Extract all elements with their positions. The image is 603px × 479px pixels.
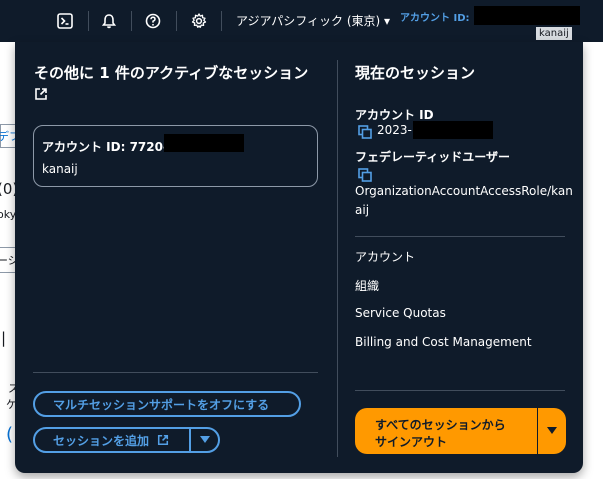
session-account-id: アカウント ID: 7720- <box>42 140 168 154</box>
current-session-heading: 現在のセッション <box>355 64 476 82</box>
menu-item-organizations[interactable]: 組織 <box>355 277 379 294</box>
add-session-dropdown-button[interactable] <box>189 427 220 453</box>
copy-icon[interactable] <box>358 124 372 139</box>
column-divider <box>337 60 338 457</box>
external-link-icon <box>157 434 169 446</box>
sign-out-all-sessions-button[interactable]: すべてのセッションから サインアウト <box>355 408 537 454</box>
federated-user-label: フェデレーティッドユーザー <box>355 150 511 164</box>
redacted-account-id <box>413 121 493 139</box>
region-selector[interactable]: アジアパシフィック (東京) ▾ <box>236 12 390 29</box>
gear-icon[interactable] <box>189 11 209 31</box>
redacted-account-id <box>474 6 580 25</box>
sign-out-label-line1: すべてのセッションから <box>375 418 506 432</box>
account-id-value: 2023- <box>377 123 412 137</box>
nav-separator <box>221 11 222 31</box>
federated-user-value: OrganizationAccountAccessRole/kan <box>355 184 573 198</box>
bell-icon[interactable] <box>99 11 119 31</box>
right-divider-bottom <box>355 390 565 391</box>
redacted-account-id <box>164 134 244 152</box>
cloudshell-icon[interactable] <box>55 11 75 31</box>
add-session-button[interactable]: セッションを追加 <box>33 427 191 453</box>
add-session-label: セッションを追加 <box>53 433 150 448</box>
top-navigation-bar: アジアパシフィック (東京) ▾ アカウント ID: kanaij <box>0 0 603 42</box>
sign-out-dropdown-button[interactable] <box>538 408 566 454</box>
caret-down-icon <box>547 427 557 435</box>
help-icon[interactable] <box>143 11 163 31</box>
background-fragment: ージ <box>0 254 16 267</box>
background-fragment: デフ <box>0 130 16 143</box>
background-fragment: oky <box>0 208 16 221</box>
sign-out-label-line2: サインアウト <box>375 435 448 449</box>
other-sessions-heading: その他に 1 件のアクティブなセッション <box>34 64 309 82</box>
background-fragment: ( <box>6 424 14 445</box>
nav-separator <box>176 11 177 31</box>
disable-multisession-button[interactable]: マルチセッションサポートをオフにする <box>33 391 301 417</box>
nav-separator <box>131 11 132 31</box>
menu-item-service-quotas[interactable]: Service Quotas <box>355 306 446 320</box>
federated-user-value-wrap: aij <box>355 203 370 217</box>
right-divider <box>355 236 565 237</box>
background-fragment: (0) <box>0 180 16 198</box>
other-session-card[interactable]: アカウント ID: 7720- kanaij <box>33 125 318 187</box>
external-link-icon[interactable] <box>34 86 48 100</box>
menu-item-billing[interactable]: Billing and Cost Management <box>355 335 532 349</box>
caret-down-icon <box>199 436 210 444</box>
session-user-name: kanaij <box>42 162 78 176</box>
left-divider <box>33 372 318 373</box>
disable-multisession-label: マルチセッションサポートをオフにする <box>53 397 270 412</box>
background-fragment: | <box>1 329 7 347</box>
account-id-label[interactable]: アカウント ID: <box>400 9 470 24</box>
background-page: デフ (0) oky ージ | ス ケ ( <box>0 42 16 479</box>
user-badge: kanaij <box>536 27 572 40</box>
nav-separator <box>88 11 89 31</box>
session-dropdown-panel: その他に 1 件のアクティブなセッション アカウント ID: 7720- kan… <box>15 42 583 473</box>
copy-icon[interactable] <box>358 167 372 182</box>
menu-item-account[interactable]: アカウント <box>355 248 415 265</box>
